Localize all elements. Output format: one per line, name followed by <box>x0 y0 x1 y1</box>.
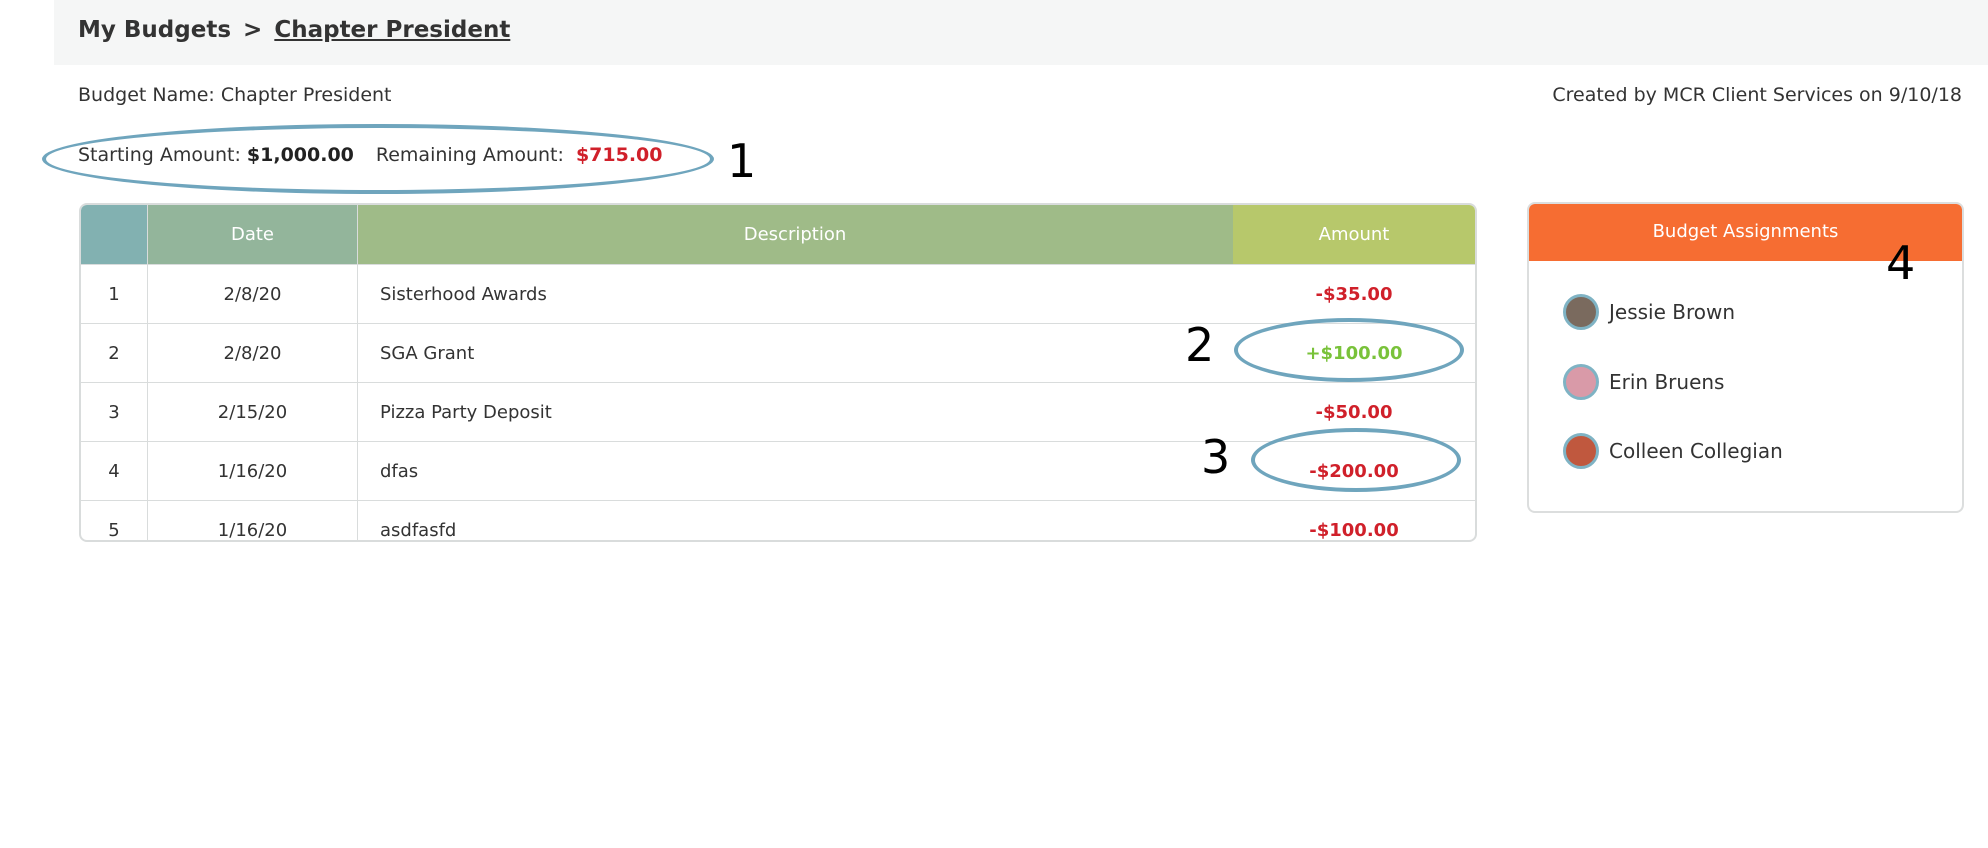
budget-name-label: Budget Name: Chapter President <box>78 84 392 106</box>
table-row: 1 2/8/20 Sisterhood Awards -$35.00 <box>81 264 1475 324</box>
row-description: Sisterhood Awards <box>357 264 1233 324</box>
assignee-item[interactable]: Jessie Brown <box>1563 294 1735 330</box>
row-number: 5 <box>81 500 148 540</box>
annotation-marker-4: 4 <box>1886 236 1916 290</box>
row-description: asdfasfd <box>357 500 1233 540</box>
annotation-ring-3 <box>1251 428 1461 492</box>
column-header-number <box>81 205 148 265</box>
assignee-item[interactable]: Colleen Collegian <box>1563 433 1783 469</box>
annotation-marker-1: 1 <box>727 134 757 188</box>
assignee-item[interactable]: Erin Bruens <box>1563 364 1724 400</box>
assignee-name: Erin Bruens <box>1609 370 1725 394</box>
breadcrumb-root-link[interactable]: My Budgets <box>78 17 231 43</box>
table-row: 5 1/16/20 asdfasfd -$100.00 <box>81 500 1475 540</box>
row-description: SGA Grant <box>357 323 1233 383</box>
row-date: 1/16/20 <box>147 500 358 540</box>
table-header-row: Date Description Amount <box>81 205 1475 265</box>
row-description: Pizza Party Deposit <box>357 382 1233 442</box>
column-header-description: Description <box>357 205 1233 265</box>
row-number: 4 <box>81 441 148 501</box>
row-number: 3 <box>81 382 148 442</box>
row-description: dfas <box>357 441 1233 501</box>
row-amount: -$100.00 <box>1233 500 1475 540</box>
column-header-date: Date <box>147 205 358 265</box>
breadcrumb-chevron-icon: > <box>243 17 263 43</box>
annotation-ring-1 <box>42 124 714 194</box>
assignee-name: Colleen Collegian <box>1609 439 1783 463</box>
annotation-marker-2: 2 <box>1185 318 1215 372</box>
breadcrumb-current-link[interactable]: Chapter President <box>274 17 510 43</box>
annotation-ring-2 <box>1234 318 1464 382</box>
row-number: 1 <box>81 264 148 324</box>
column-header-amount: Amount <box>1233 205 1475 265</box>
row-date: 2/8/20 <box>147 264 358 324</box>
row-number: 2 <box>81 323 148 383</box>
table-row: 3 2/15/20 Pizza Party Deposit -$50.00 <box>81 382 1475 442</box>
breadcrumb: My Budgets > Chapter President <box>78 17 510 43</box>
row-date: 2/8/20 <box>147 323 358 383</box>
row-date: 1/16/20 <box>147 441 358 501</box>
avatar <box>1563 433 1599 469</box>
avatar <box>1563 294 1599 330</box>
assignee-name: Jessie Brown <box>1609 300 1736 324</box>
avatar <box>1563 364 1599 400</box>
row-amount: -$35.00 <box>1233 264 1475 324</box>
created-by-label: Created by MCR Client Services on 9/10/1… <box>1552 84 1962 106</box>
row-date: 2/15/20 <box>147 382 358 442</box>
annotation-marker-3: 3 <box>1201 430 1231 484</box>
